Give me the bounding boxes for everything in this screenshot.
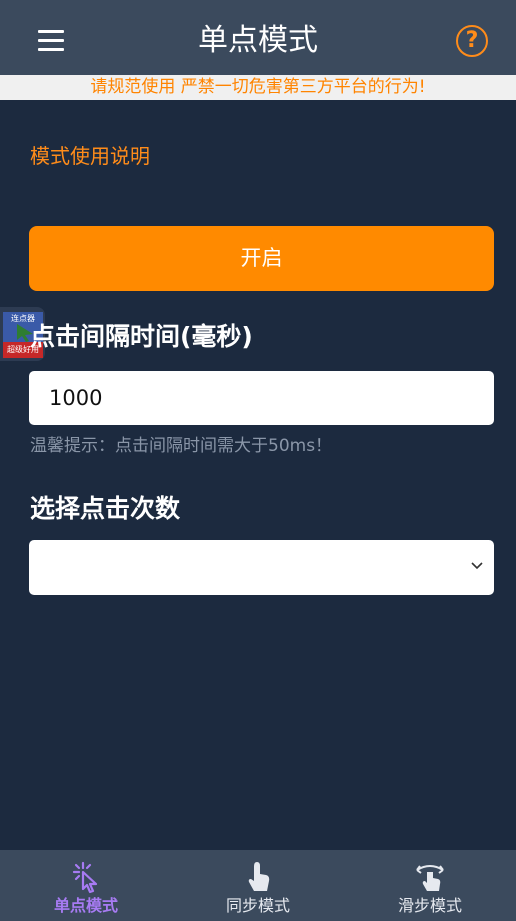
page-title: 单点模式 — [198, 23, 318, 58]
tab-single-mode[interactable]: 单点模式 — [0, 850, 172, 921]
tab-sync-mode[interactable]: 同步模式 — [172, 850, 344, 921]
top-app-bar: 单点模式 ? — [0, 0, 516, 75]
tap-sparkle-icon — [72, 861, 98, 894]
click-count-select[interactable] — [29, 540, 494, 595]
start-button[interactable]: 开启 — [29, 226, 494, 291]
tab-single-mode-label: 单点模式 — [53, 896, 118, 915]
mode-instructions-link[interactable]: 模式使用说明 — [30, 142, 150, 170]
click-count-label: 选择点击次数 — [30, 494, 181, 523]
tab-swipe-mode[interactable]: 滑步模式 — [344, 850, 516, 921]
tab-swipe-mode-label: 滑步模式 — [397, 896, 462, 915]
interval-input[interactable] — [29, 371, 494, 425]
hand-tap-icon — [248, 862, 270, 891]
warning-banner: 请规范使用 严禁一切危害第三方平台的行为! — [0, 75, 516, 100]
hand-swipe-icon — [416, 865, 444, 891]
chevron-down-icon — [471, 562, 483, 570]
help-icon[interactable]: ? — [456, 25, 488, 57]
tab-sync-mode-label: 同步模式 — [225, 896, 290, 915]
interval-label: 点击间隔时间(毫秒) — [30, 322, 253, 351]
interval-hint: 温馨提示：点击间隔时间需大于50ms！ — [30, 436, 333, 456]
bottom-tab-bar: 单点模式 同步模式 滑步模式 — [0, 850, 516, 921]
